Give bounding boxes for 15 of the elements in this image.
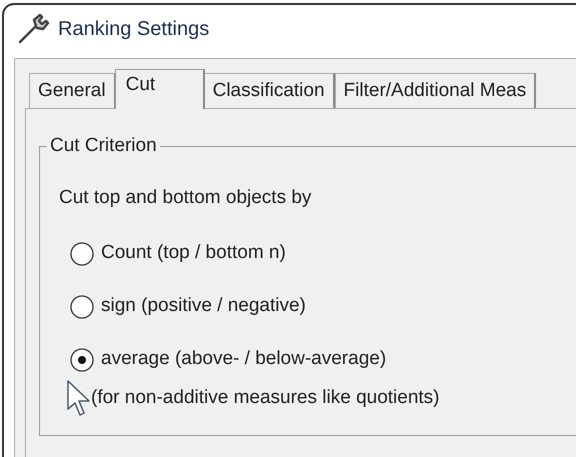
tab[interactable]: Cut xyxy=(114,69,205,109)
tab[interactable]: Filter/Additional Meas xyxy=(334,73,536,109)
tab[interactable]: Classification xyxy=(204,73,335,109)
tab[interactable]: General xyxy=(29,73,116,109)
radio-button[interactable] xyxy=(70,348,94,372)
window-title: Ranking Settings xyxy=(58,17,210,42)
wrench-icon xyxy=(16,12,50,46)
radio-button[interactable] xyxy=(70,294,94,318)
cursor-icon xyxy=(66,379,92,417)
prompt-text: Cut top and bottom objects by xyxy=(59,186,312,210)
radio-label[interactable]: average (above- / below-average) xyxy=(101,345,386,374)
radio-label[interactable]: sign (positive / negative) xyxy=(101,292,306,321)
radio-button[interactable] xyxy=(70,242,94,266)
radio-label[interactable]: Count (top / bottom n) xyxy=(101,239,286,268)
hint-text: (for non-additive measures like quotients) xyxy=(91,386,440,410)
